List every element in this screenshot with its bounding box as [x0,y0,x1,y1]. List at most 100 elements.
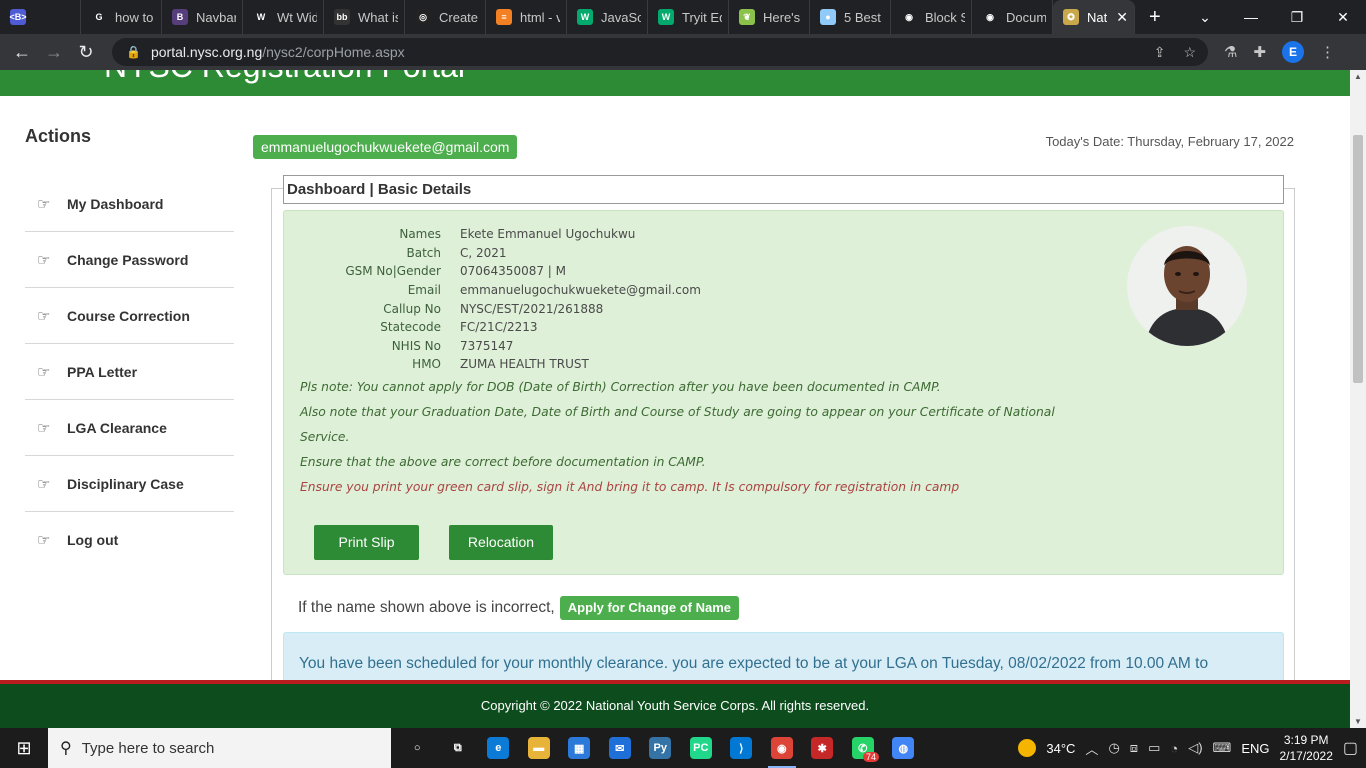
browser-tab-title: JavaScri [601,9,641,25]
taskbar-search-placeholder: Type here to search [81,739,215,757]
browser-tab-title: Here's t [763,9,803,25]
cortana-taskbar-button[interactable]: ○ [397,728,438,768]
vscode-taskbar-button[interactable]: ⟩ [721,728,762,768]
relocation-button[interactable]: Relocation [449,525,553,560]
dob-note: Pls note: You cannot apply for DOB (Date… [300,380,941,394]
globe-taskbar-button[interactable]: ◍ [883,728,924,768]
whatsapp-taskbar-button[interactable]: ✆ 74 [843,728,884,768]
file-explorer-taskbar-button[interactable]: ▬ [519,728,560,768]
browser-tab-title: how to [115,9,154,25]
browser-tab[interactable]: ◉ Docum [972,0,1053,34]
browser-tab-title: html - v [520,9,560,25]
copyright-text: Copyright © 2022 National Youth Service … [480,698,870,713]
bookmark-star-icon[interactable]: ☆ [1183,44,1196,61]
tray-app-icon[interactable]: ◷ [1108,740,1119,756]
new-tab-button[interactable]: + [1135,6,1175,29]
reload-button[interactable]: ↻ [70,42,102,63]
sidebar-item-lga-clearance[interactable]: ☞ LGA Clearance [25,400,234,456]
browser-tab[interactable]: ◉ Block S [891,0,972,34]
store-taskbar-button[interactable]: ▦ [559,728,600,768]
detail-value: Ekete Emmanuel Ugochukwu [460,227,636,242]
keyboard-icon[interactable]: ⌨ [1213,740,1232,756]
wifi-icon[interactable]: ◔ [1170,741,1178,756]
browser-tab[interactable]: W Tryit Ed [648,0,729,34]
browser-tab[interactable]: bb What is [324,0,405,34]
browser-tab[interactable]: ❦ Here's t [729,0,810,34]
browser-tab[interactable]: ≡ html - v [486,0,567,34]
extensions-puzzle-icon[interactable]: ✚ [1253,43,1266,61]
pointing-hand-icon: ☞ [37,251,51,269]
sidebar-item-ppa-letter[interactable]: ☞ PPA Letter [25,344,234,400]
volume-icon[interactable]: ◁) [1188,740,1202,756]
back-button[interactable]: ← [6,42,38,63]
edge-taskbar-button[interactable]: e [478,728,519,768]
sidebar-item-label: Course Correction [67,307,190,324]
detail-row: Callup No NYSC/EST/2021/261888 [284,299,701,318]
pycharm-taskbar-button[interactable]: PC [681,728,722,768]
minimize-button[interactable]: — [1228,9,1274,26]
game-taskbar-button[interactable]: ✱ [802,728,843,768]
browser-tab-title: Nat [1087,9,1108,25]
browser-tab[interactable]: W Wt Wid [243,0,324,34]
details-list: Names Ekete Emmanuel Ugochukwu Batch C, 202… [284,225,701,374]
apply-change-of-name-button[interactable]: Apply for Change of Name [559,596,739,620]
ensure-note: Ensure that the above are correct before… [300,455,706,469]
browser-tab[interactable]: ◎ Create [405,0,486,34]
share-icon[interactable]: ⇪ [1154,44,1166,61]
python-taskbar-button[interactable]: Py [640,728,681,768]
sidebar-item-my-dashboard[interactable]: ☞ My Dashboard [25,176,234,232]
language-indicator[interactable]: ENG [1241,741,1269,756]
browser-tab[interactable]: W JavaScri [567,0,648,34]
notifications-icon[interactable]: ▢ [1343,738,1358,758]
close-tab-icon[interactable]: ✕ [1116,9,1128,26]
sidebar-item-course-correction[interactable]: ☞ Course Correction [25,288,234,344]
windows-start-icon[interactable]: ⊞ [0,738,48,759]
pointing-hand-icon: ☞ [37,195,51,213]
browser-tab[interactable]: B Navbar [162,0,243,34]
github-icon: ◉ [986,11,994,22]
tray-app-icon-2[interactable]: ⧈ [1130,740,1138,756]
bootstrap-icon: B [172,9,188,25]
site-title: NYSC Registration Portal [104,70,465,85]
browser-tab[interactable]: ✪ Nat ✕ [1053,0,1135,34]
taskbar-search-box[interactable]: ⚲ Type here to search [48,728,391,768]
detail-row: Batch C, 2021 [284,244,701,263]
sidebar-item-log-out[interactable]: ☞ Log out [25,512,234,568]
panel-title: Dashboard | Basic Details [283,175,1284,204]
github-icon: ◉ [905,11,913,22]
scroll-up-arrow-icon[interactable]: ▲ [1354,72,1362,81]
print-slip-button[interactable]: Print Slip [314,525,419,560]
globe-icon: ◍ [892,737,915,759]
scroll-down-arrow-icon[interactable]: ▼ [1354,717,1362,726]
address-bar[interactable]: 🔒 portal.nysc.org.ng /nysc2/corpHome.asp… [112,38,1208,66]
lock-icon: 🔒 [126,45,141,59]
sidebar-item-label: Change Password [67,251,189,268]
unread-count-badge: 74 [862,752,879,762]
chrome-taskbar-button[interactable]: ◉ [762,728,803,768]
browser-tab[interactable]: <B> [0,0,81,34]
browser-tab[interactable]: ● 5 Best T [810,0,891,34]
page-scrollbar[interactable]: ▲ ▼ [1350,70,1366,728]
mail-taskbar-button[interactable]: ✉ [600,728,641,768]
browser-tab-title: 5 Best T [844,9,884,25]
tab-search-icon[interactable]: ⌄ [1182,9,1228,26]
forward-button[interactable]: → [38,42,70,63]
clock[interactable]: 3:19 PM 2/17/2022 [1279,732,1332,764]
close-window-button[interactable]: ✕ [1320,9,1366,26]
restore-button[interactable]: ❐ [1274,9,1320,26]
sidebar-item-label: My Dashboard [67,195,164,212]
battery-icon[interactable]: ▭ [1148,740,1160,756]
sidebar-item-change-password[interactable]: ☞ Change Password [25,232,234,288]
weather-temp[interactable]: 34°C [1046,741,1075,756]
task-view-taskbar-button[interactable]: ⧉ [438,728,479,768]
tray-chevron-icon[interactable]: ︿ [1085,739,1098,758]
profile-avatar[interactable]: E [1282,41,1305,63]
weather-sun-icon[interactable] [1018,739,1037,757]
sidebar-item-disciplinary-case[interactable]: ☞ Disciplinary Case [25,456,234,512]
bb-icon: bb [334,9,350,25]
detail-key: Batch [406,245,442,260]
scrollbar-thumb[interactable] [1353,135,1363,383]
menu-kebab-icon[interactable]: ⋮ [1320,43,1335,61]
extension-lab-icon[interactable]: ⚗ [1224,43,1237,61]
browser-tab[interactable]: Ghow to [81,0,162,34]
